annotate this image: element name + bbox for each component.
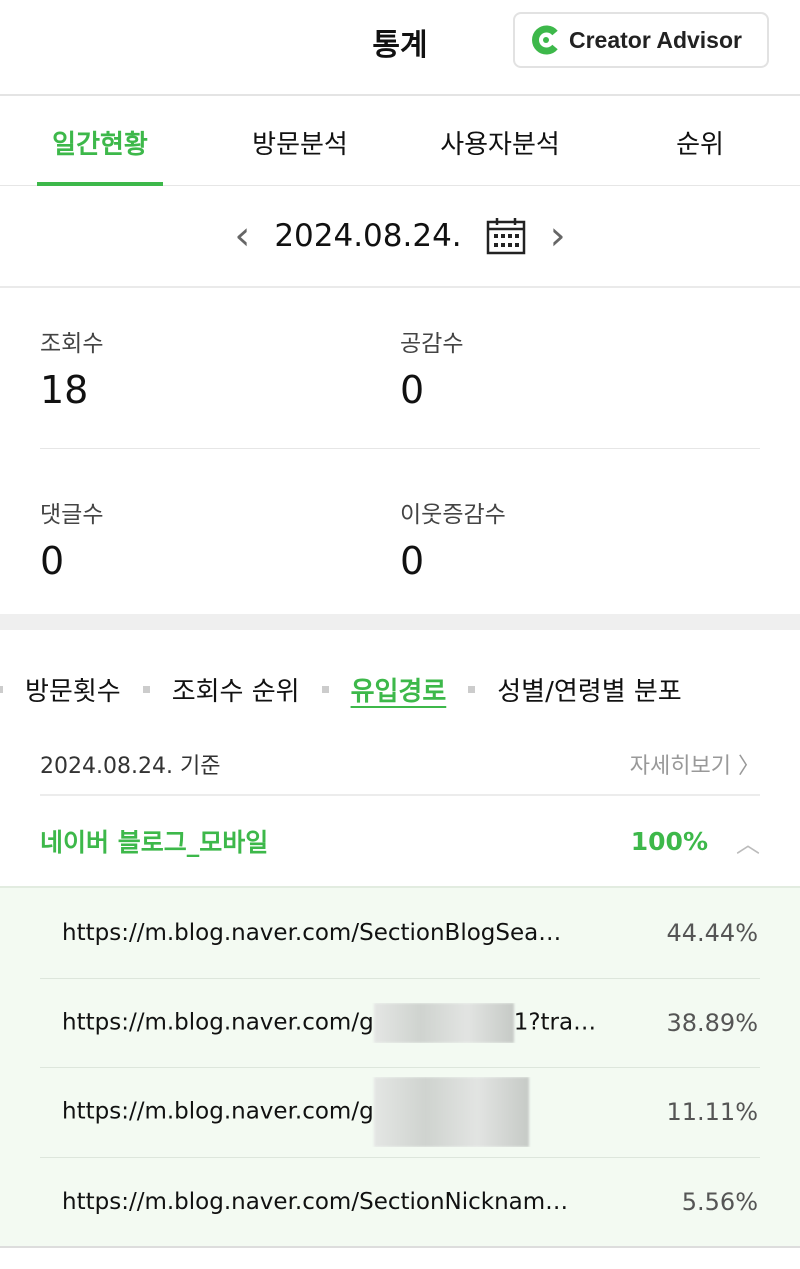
referrer-percent: 44.44% (666, 918, 758, 947)
stat-label: 조회수 (40, 331, 104, 357)
stat-value: 18 (40, 368, 89, 412)
stat-value: 0 (400, 539, 425, 583)
stat-label: 이웃증감수 (400, 502, 506, 528)
stat-label: 댓글수 (40, 502, 104, 528)
blurred-region (373, 1077, 529, 1148)
separator-dot (0, 685, 3, 693)
stat-views: 조회수 18 (40, 324, 400, 448)
list-item[interactable]: https://m.blog.naver.com/g 1?tra… 38.89% (40, 977, 760, 1068)
group-name: 네이버 블로그_모바일 (40, 828, 269, 857)
date-navigator: ‹ 2024.08.24. › (0, 186, 800, 288)
header: 통계 Creator Advisor (0, 0, 800, 96)
basis-date: 2024.08.24. 기준 (40, 754, 221, 779)
subtab-view-ranking[interactable]: 조회수 순위 (172, 671, 300, 708)
url-prefix: https://m.blog.naver.com/g (62, 1098, 374, 1125)
creator-advisor-label: Creator Advisor (569, 26, 742, 53)
blurred-region (373, 1002, 514, 1043)
referrer-list: https://m.blog.naver.com/SectionBlogSea…… (0, 886, 800, 1248)
list-item[interactable]: https://m.blog.naver.com/g 11.11% (40, 1067, 760, 1157)
list-item[interactable]: https://m.blog.naver.com/SectionBlogSea…… (40, 888, 760, 978)
next-date-icon[interactable]: › (550, 213, 566, 259)
stat-label: 공감수 (400, 331, 464, 357)
stat-value: 0 (40, 539, 65, 583)
stat-value: 0 (400, 368, 425, 412)
info-bar: 2024.08.24. 기준 자세히보기 〉 (40, 748, 760, 796)
tab-daily[interactable]: 일간현황 (0, 96, 200, 186)
group-percent: 100% (630, 826, 708, 856)
view-details-link[interactable]: 자세히보기 〉 (630, 748, 760, 780)
tab-ranking[interactable]: 순위 (600, 96, 800, 185)
tab-visit-analysis[interactable]: 방문분석 (200, 96, 400, 185)
separator-dot (321, 685, 329, 693)
current-date: 2024.08.24. (274, 218, 462, 254)
url-prefix: https://m.blog.naver.com/g (62, 1009, 374, 1036)
stat-neighbors: 이웃증감수 0 (400, 495, 760, 618)
referrer-group[interactable]: 네이버 블로그_모바일 100% ︿ (40, 796, 760, 886)
tab-user-analysis[interactable]: 사용자분석 (400, 96, 600, 185)
chevron-up-icon[interactable]: ︿ (736, 824, 760, 859)
separator-dot (468, 685, 476, 693)
referrer-percent: 11.11% (666, 1098, 758, 1127)
referrer-percent: 5.56% (681, 1187, 758, 1216)
creator-advisor-button[interactable]: Creator Advisor (513, 12, 769, 68)
subtab-gender-age[interactable]: 성별/연령별 분포 (497, 671, 681, 708)
stats-panel: 조회수 18 공감수 0 댓글수 0 이웃증감수 0 (0, 288, 800, 618)
view-details-label: 자세히보기 (629, 754, 731, 779)
subtab-visit-count[interactable]: 방문횟수 (25, 671, 121, 708)
referrer-url: https://m.blog.naver.com/g 1?tra… (62, 1002, 610, 1043)
referrer-url: https://m.blog.naver.com/g (62, 1077, 610, 1148)
chevron-right-icon: 〉 (737, 754, 760, 779)
stat-likes: 공감수 0 (400, 324, 760, 448)
sub-tabs: 방문횟수 조회수 순위 유입경로 성별/연령별 분포 (0, 630, 800, 748)
referrer-url: https://m.blog.naver.com/SectionNicknam… (62, 1188, 569, 1215)
referrer-url: https://m.blog.naver.com/SectionBlogSea… (62, 919, 562, 946)
stat-comments: 댓글수 0 (40, 495, 400, 618)
calendar-icon[interactable] (486, 217, 526, 255)
referrer-percent: 38.89% (666, 1008, 758, 1037)
subtab-referrer[interactable]: 유입경로 (351, 671, 447, 708)
prev-date-icon[interactable]: ‹ (234, 213, 250, 259)
separator-dot (142, 685, 150, 693)
creator-advisor-logo-icon (532, 25, 558, 55)
main-tabs: 일간현황 방문분석 사용자분석 순위 (0, 96, 800, 186)
list-item[interactable]: https://m.blog.naver.com/SectionNicknam…… (40, 1156, 760, 1247)
url-suffix: 1?tra… (513, 1009, 597, 1036)
